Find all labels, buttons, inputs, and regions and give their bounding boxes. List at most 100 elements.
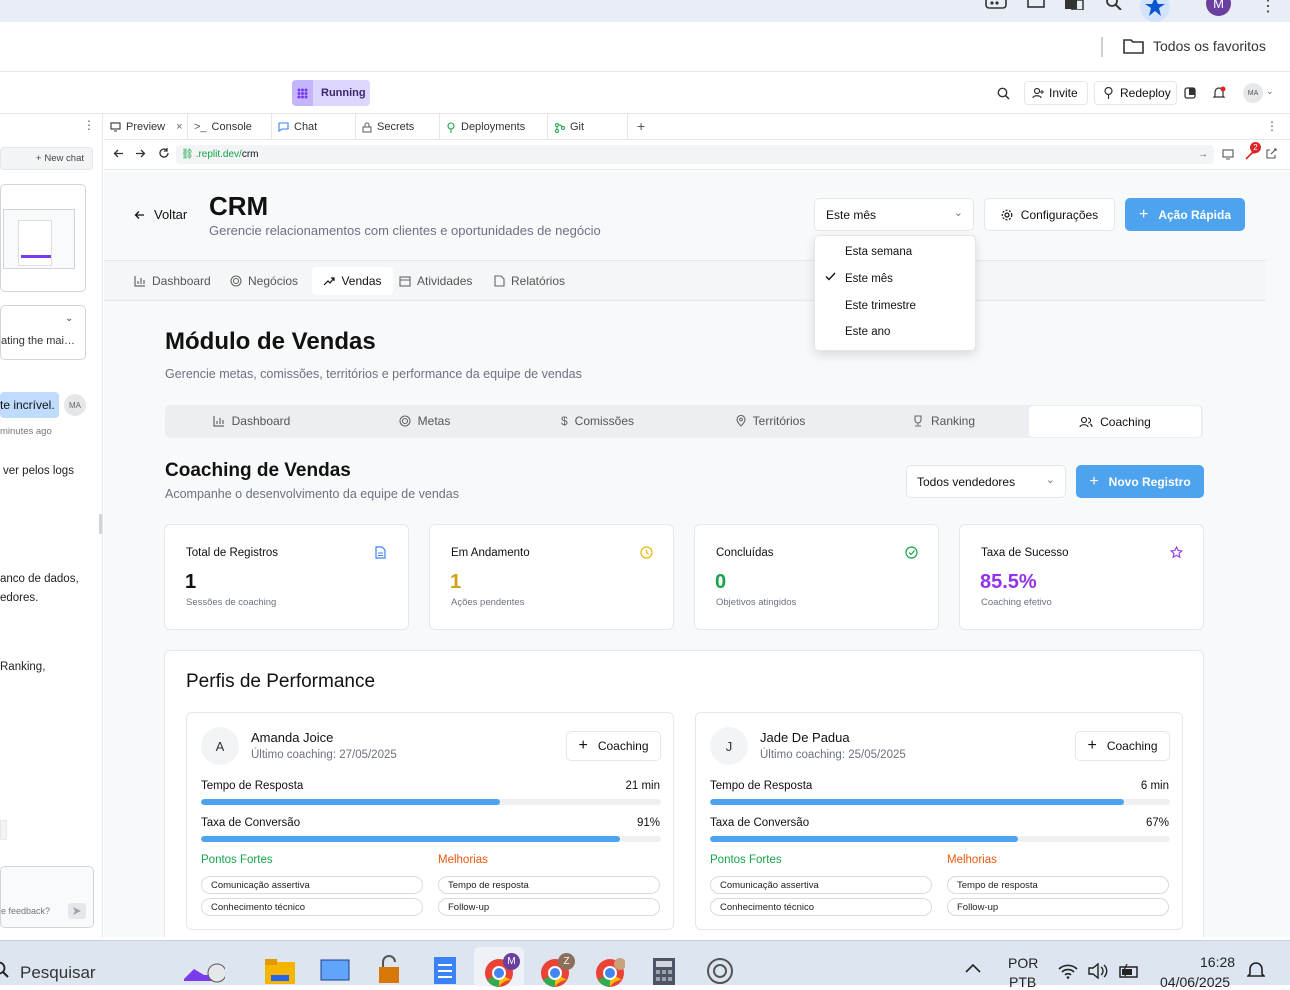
circle-app-icon[interactable] (706, 957, 734, 985)
metric-value: 6 min (1140, 780, 1169, 792)
nav-reports[interactable]: Relatórios (494, 267, 565, 295)
menu-item-quarter[interactable]: Este trimestre (845, 300, 916, 312)
chrome-icon[interactable] (595, 958, 625, 988)
taskbar-search[interactable]: Pesquisar (20, 963, 96, 983)
add-coaching-button[interactable]: + Coaching (1075, 731, 1170, 761)
last-coaching: Último coaching: 25/05/2025 (760, 749, 906, 761)
subtab-coaching-label: Coaching (1100, 414, 1151, 429)
wifi-icon[interactable] (1058, 963, 1078, 979)
nav-activities[interactable]: Atividades (399, 267, 472, 295)
subtab-coaching[interactable]: Coaching (1029, 406, 1201, 437)
lock-app-icon[interactable] (376, 955, 402, 985)
resize-handle[interactable] (99, 514, 102, 534)
screenshot-attachment[interactable] (0, 184, 86, 292)
volume-icon[interactable] (1088, 963, 1110, 979)
new-chat-button[interactable]: + New chat (0, 147, 93, 170)
chat-input[interactable]: e feedback? (0, 866, 94, 928)
go-arrow-icon[interactable]: → (1198, 149, 1208, 160)
back-button[interactable]: Voltar (134, 207, 187, 222)
settings-button[interactable]: Configurações (984, 198, 1115, 231)
period-select[interactable]: Este mês ⌄ (814, 198, 974, 231)
last-coaching: Último coaching: 27/05/2025 (251, 749, 397, 761)
menu-item-year[interactable]: Este ano (845, 326, 890, 338)
cast-icon[interactable] (1027, 0, 1045, 10)
subtab-territories[interactable]: Territórios (684, 405, 857, 436)
collapsed-message[interactable]: ⌄ ating the mai… (0, 305, 86, 360)
panel-menu-icon[interactable]: ⋮ (83, 118, 95, 132)
redeploy-button[interactable]: Redeploy (1094, 81, 1177, 105)
search-icon[interactable] (1105, 0, 1123, 10)
url-input[interactable]: ⛓ .replit.dev/crm → (176, 145, 1214, 164)
tab-secrets-label: Secrets (377, 121, 415, 133)
notification-bell-icon[interactable] (1247, 961, 1265, 979)
improvement-chip: Tempo de resposta (438, 876, 660, 894)
file-explorer-icon[interactable] (264, 957, 296, 985)
add-tab-icon[interactable]: + (637, 118, 645, 134)
subtab-goals[interactable]: Metas (338, 405, 511, 436)
subtab-ranking[interactable]: Ranking (857, 405, 1030, 436)
devices-icon[interactable] (1222, 149, 1234, 160)
clock-time[interactable]: 16:28 (1200, 954, 1235, 970)
close-icon[interactable]: × (176, 121, 182, 133)
run-status[interactable]: Running (292, 80, 370, 106)
bell-icon[interactable] (1212, 86, 1226, 100)
tab-chat[interactable]: Chat (272, 114, 356, 140)
search-icon[interactable] (0, 961, 10, 979)
chevron-down-icon[interactable]: ⌄ (65, 313, 73, 324)
password-icon[interactable] (985, 0, 1007, 10)
menu-item-week[interactable]: Esta semana (845, 246, 912, 258)
chevron-down-icon[interactable]: ⌄ (1266, 86, 1274, 97)
deploy-icon (1103, 87, 1114, 99)
profile-badge: M (503, 953, 520, 970)
all-bookmarks-link[interactable]: Todos os favoritos (1153, 38, 1266, 54)
tabs-menu-icon[interactable]: ⋮ (1266, 119, 1278, 133)
search-icon[interactable] (997, 87, 1010, 100)
subtab-commissions[interactable]: $ Comissões (511, 405, 684, 436)
nav-dashboard[interactable]: Dashboard (134, 267, 211, 295)
salesperson-filter[interactable]: Todos vendedores ⌄ (906, 465, 1066, 498)
tab-secrets[interactable]: Secrets (356, 114, 440, 140)
reload-icon[interactable] (158, 147, 170, 159)
shoe-icon[interactable] (183, 959, 225, 985)
notepad-icon[interactable] (432, 955, 458, 985)
translate-icon[interactable] (1064, 0, 1084, 10)
back-arrow-icon[interactable] (113, 148, 124, 159)
add-coaching-button[interactable]: + Coaching (566, 731, 661, 761)
quick-action-button[interactable]: + Ação Rápida (1125, 198, 1245, 231)
user-avatar[interactable]: MA (1243, 83, 1263, 103)
tab-console[interactable]: >_ Console (188, 114, 272, 140)
pin-app-icon[interactable] (320, 957, 350, 983)
nav-deals[interactable]: Negócios (230, 267, 298, 295)
input-layout[interactable]: PTB (1009, 974, 1036, 990)
message-time: minutes ago (0, 426, 52, 437)
chevron-down-icon: ⌄ (953, 207, 963, 219)
browser-menu-icon[interactable]: ⋮ (1260, 0, 1276, 16)
profile-badge: Z (558, 953, 575, 970)
profile-card: A Amanda Joice Último coaching: 27/05/20… (186, 712, 674, 930)
response-time-bar (710, 799, 1170, 805)
subtab-goals-label: Metas (417, 413, 451, 428)
send-icon[interactable] (68, 903, 86, 919)
thumbnail-bar (21, 255, 51, 258)
external-link-icon[interactable] (1266, 148, 1277, 159)
invite-button[interactable]: Invite (1024, 81, 1088, 105)
chevron-up-icon[interactable] (965, 963, 981, 973)
new-record-button[interactable]: + Novo Registro (1076, 465, 1204, 498)
nav-sales[interactable]: Vendas (312, 267, 393, 295)
forward-arrow-icon[interactable] (135, 148, 146, 159)
battery-icon[interactable] (1118, 963, 1140, 979)
profile-avatar[interactable]: M (1206, 0, 1231, 16)
bookmark-star-icon[interactable] (1140, 0, 1170, 22)
tab-preview[interactable]: Preview × (104, 114, 188, 140)
clock-date[interactable]: 04/06/2025 (1160, 974, 1230, 990)
tab-deployments[interactable]: Deployments (440, 114, 548, 140)
menu-item-month[interactable]: Este mês (845, 273, 893, 285)
subtab-dashboard[interactable]: Dashboard (165, 405, 338, 436)
calculator-icon[interactable] (652, 957, 676, 985)
stat-value: 1 (450, 571, 462, 593)
run-status-label: Running (321, 87, 366, 99)
input-language[interactable]: POR (1008, 955, 1038, 971)
tab-git[interactable]: Git (548, 114, 628, 140)
profile-name: Jade De Padua (760, 730, 850, 745)
pane-icon[interactable] (1184, 87, 1196, 99)
